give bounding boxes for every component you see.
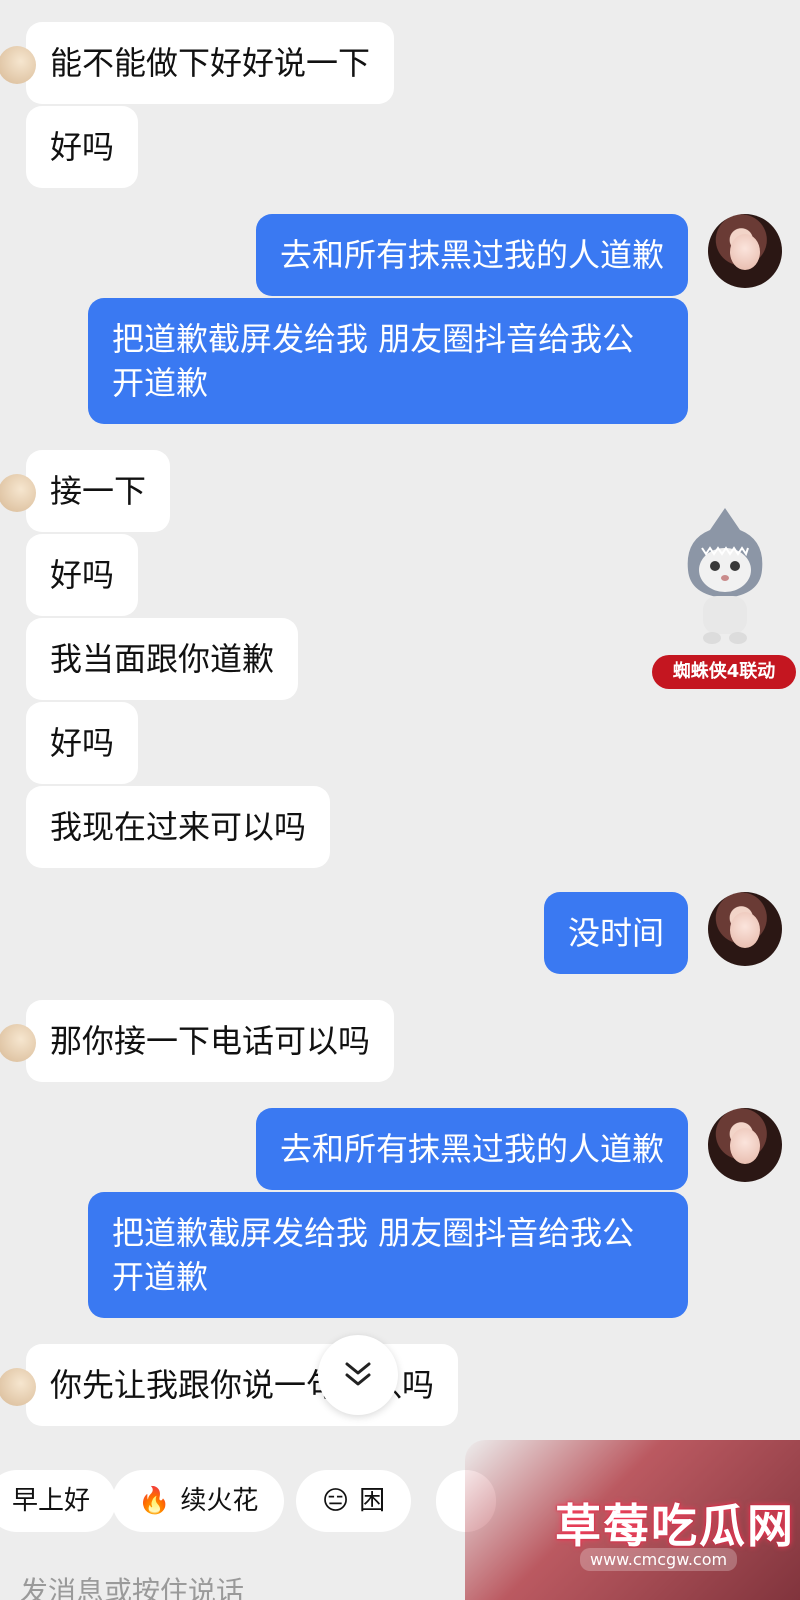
quick-reply-label: 续火花 <box>180 1486 259 1516</box>
message-input-placeholder[interactable]: 发消息或按住说话 <box>20 1570 244 1600</box>
watermark-title: 草莓吃瓜网 <box>555 1499 795 1553</box>
peer-avatar[interactable] <box>0 1024 36 1062</box>
outgoing-message[interactable]: 把道歉截屏发给我 朋友圈抖音给我公开道歉 <box>88 298 688 424</box>
incoming-message[interactable]: 那你接一下电话可以吗 <box>0 1000 395 1082</box>
my-avatar[interactable] <box>708 1108 782 1182</box>
incoming-message[interactable]: 好吗 <box>26 702 139 784</box>
incoming-message[interactable]: 我当面跟你道歉 <box>26 618 299 700</box>
watermark-url: www.cmcgw.com <box>580 1548 738 1571</box>
quick-reply-label: 困 <box>359 1486 386 1516</box>
outgoing-message[interactable]: 去和所有抹黑过我的人道歉 <box>255 214 688 296</box>
message-text: 接一下 <box>50 472 147 510</box>
quick-reply-good-morning[interactable]: 早上好 <box>0 1470 117 1532</box>
double-chevron-down-icon <box>345 1362 371 1386</box>
message-text: 把道歉截屏发给我 朋友圈抖音给我公开道歉 <box>112 320 635 402</box>
quick-reply-label: 早上好 <box>12 1486 91 1516</box>
message-text: 好吗 <box>50 128 115 166</box>
sticker-badge[interactable]: 蜘蛛侠4联动 <box>652 655 796 689</box>
incoming-message[interactable]: 能不能做下好好说一下 <box>0 22 395 104</box>
message-text: 去和所有抹黑过我的人道歉 <box>279 236 664 274</box>
incoming-message[interactable]: 接一下 <box>0 450 171 532</box>
peer-avatar[interactable] <box>0 46 36 84</box>
incoming-message[interactable]: 我现在过来可以吗 <box>26 786 331 868</box>
outgoing-message[interactable]: 把道歉截屏发给我 朋友圈抖音给我公开道歉 <box>88 1192 688 1318</box>
message-text: 好吗 <box>50 556 115 594</box>
incoming-message[interactable]: 好吗 <box>26 106 139 188</box>
shark-cat-sticker-icon[interactable] <box>670 500 780 650</box>
message-text: 好吗 <box>50 724 115 762</box>
message-text: 把道歉截屏发给我 朋友圈抖音给我公开道歉 <box>112 1214 635 1296</box>
incoming-message[interactable]: 好吗 <box>26 534 139 616</box>
scroll-to-bottom-button[interactable] <box>318 1335 398 1415</box>
fire-icon: 🔥 <box>138 1486 171 1516</box>
message-text: 我现在过来可以吗 <box>50 808 307 846</box>
quick-reply-sleepy[interactable]: 😑 困 <box>296 1470 412 1532</box>
message-text: 去和所有抹黑过我的人道歉 <box>279 1130 664 1168</box>
message-text: 我当面跟你道歉 <box>50 640 275 678</box>
sleepy-face-icon: 😑 <box>322 1486 350 1516</box>
outgoing-message[interactable]: 没时间 <box>543 892 688 974</box>
quick-reply-spark[interactable]: 🔥 续火花 <box>112 1470 285 1532</box>
message-text: 那你接一下电话可以吗 <box>50 1022 371 1060</box>
peer-avatar[interactable] <box>0 474 36 512</box>
message-text: 没时间 <box>567 914 664 952</box>
outgoing-message[interactable]: 去和所有抹黑过我的人道歉 <box>255 1108 688 1190</box>
my-avatar[interactable] <box>708 214 782 288</box>
my-avatar[interactable] <box>708 892 782 966</box>
message-text: 能不能做下好好说一下 <box>50 44 371 82</box>
peer-avatar[interactable] <box>0 1368 36 1406</box>
